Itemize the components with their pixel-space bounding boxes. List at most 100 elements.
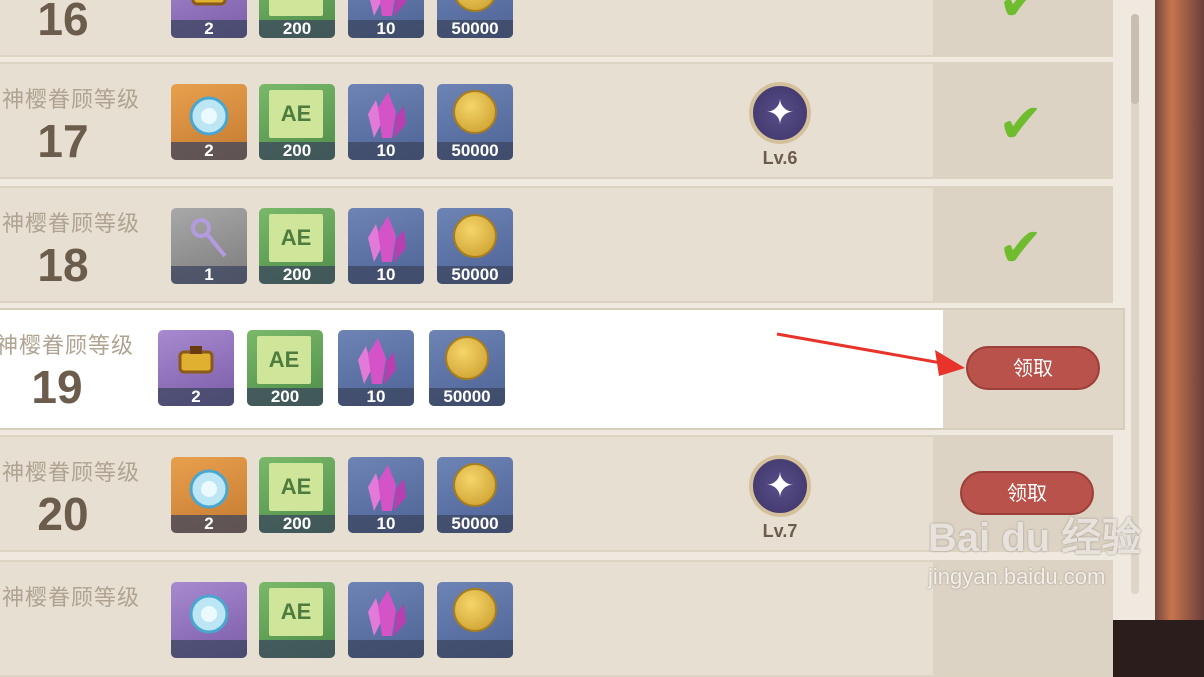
key-glyph — [191, 218, 227, 258]
book-glyph: AE — [269, 588, 323, 636]
shuriken-icon: ✦ — [749, 82, 811, 144]
reward-item[interactable]: 10 — [348, 0, 424, 38]
level-number: 19 — [31, 361, 83, 413]
item-count: 200 — [259, 266, 335, 284]
reward-item[interactable] — [171, 582, 247, 658]
reward-item[interactable]: 50000 — [437, 84, 513, 160]
level-label: 神樱眷顾等级 — [0, 333, 134, 358]
reward-item[interactable]: AE 200 — [259, 457, 335, 533]
coin-glyph — [453, 214, 497, 258]
reward-item[interactable]: 2 — [171, 457, 247, 533]
tool-glyph — [178, 346, 214, 374]
item-count: 50000 — [437, 142, 513, 160]
reward-item[interactable]: AE 200 — [259, 0, 335, 38]
reward-item[interactable]: 2 — [158, 330, 234, 406]
level-badge[interactable]: ✦ Lv.7 — [740, 455, 820, 542]
item-count: 10 — [348, 142, 424, 160]
tool-glyph — [191, 0, 227, 6]
watermark-logo: Bai du 经验 — [928, 516, 1142, 560]
badge-level: Lv.6 — [762, 148, 798, 168]
crystal-glyph — [370, 0, 406, 16]
item-count — [171, 640, 247, 658]
checkmark-icon: ✔ — [998, 218, 1044, 278]
item-count: 2 — [158, 388, 234, 406]
level-number: 20 — [37, 488, 89, 540]
item-count: 200 — [247, 388, 323, 406]
book-glyph: AE — [269, 0, 323, 16]
reward-item[interactable]: 50000 — [437, 457, 513, 533]
level-label: 神樱眷顾等级 — [1, 585, 140, 610]
reward-item[interactable] — [437, 582, 513, 658]
crystal-glyph — [358, 338, 396, 384]
checkmark-icon: ✔ — [998, 0, 1044, 32]
reward-item[interactable]: 2 — [171, 0, 247, 38]
reward-item[interactable]: 10 — [338, 330, 414, 406]
item-count: 200 — [259, 515, 335, 533]
coin-glyph — [453, 463, 497, 507]
item-count: 2 — [171, 515, 247, 533]
level-number: 17 — [37, 115, 89, 167]
coin-glyph — [453, 90, 497, 134]
badge-level: Lv.7 — [762, 521, 798, 541]
reward-item[interactable]: 10 — [348, 457, 424, 533]
item-count: 200 — [259, 20, 335, 38]
item-count: 1 — [171, 266, 247, 284]
coin-glyph — [453, 588, 497, 632]
item-count — [437, 640, 513, 658]
item-count: 50000 — [437, 266, 513, 284]
shuriken-icon: ✦ — [749, 455, 811, 517]
crystal-glyph — [368, 92, 406, 138]
reward-item[interactable]: 10 — [348, 84, 424, 160]
orb-glyph — [189, 469, 229, 509]
reward-item[interactable]: AE — [259, 582, 335, 658]
reward-item[interactable]: AE 200 — [259, 208, 335, 284]
crystal-glyph — [368, 590, 406, 636]
level-badge[interactable]: ✦ Lv.6 — [740, 82, 820, 169]
reward-item[interactable]: 10 — [348, 208, 424, 284]
book-glyph: AE — [257, 336, 311, 384]
background-scene — [1150, 0, 1204, 620]
crystal-glyph — [368, 465, 406, 511]
reward-item[interactable]: 2 — [171, 84, 247, 160]
reward-row: 神樱眷顾等级162AE2001050000✔ — [0, 0, 1113, 57]
reward-item[interactable]: AE 200 — [259, 84, 335, 160]
item-count: 200 — [259, 142, 335, 160]
item-count: 2 — [171, 142, 247, 160]
level-label: 神樱眷顾等级 — [1, 460, 140, 485]
coin-glyph — [445, 336, 489, 380]
reward-item[interactable]: 50000 — [429, 330, 505, 406]
item-count — [348, 640, 424, 658]
book-glyph: AE — [269, 463, 323, 511]
watermark-url: jingyan.baidu.com — [928, 564, 1106, 589]
reward-item[interactable]: AE 200 — [247, 330, 323, 406]
item-count: 50000 — [429, 388, 505, 406]
reward-item[interactable]: 50000 — [437, 208, 513, 284]
level-label: 神樱眷顾等级 — [1, 87, 140, 112]
item-count: 10 — [338, 388, 414, 406]
level-label: 神樱眷顾等级 — [1, 211, 140, 236]
reward-item[interactable] — [348, 582, 424, 658]
item-count: 50000 — [437, 515, 513, 533]
crystal-glyph — [368, 216, 406, 262]
reward-row: 神樱眷顾等级 17 2 AE 200 10 50000 ✦ Lv.6 ✔ — [0, 62, 1113, 179]
item-count — [259, 640, 335, 658]
reward-row: 神樱眷顾等级 18 1 AE 200 10 50000 ✔ — [0, 186, 1113, 303]
item-count: 2 — [171, 20, 247, 38]
item-count: 10 — [348, 266, 424, 284]
orb-glyph — [189, 594, 229, 634]
book-glyph: AE — [269, 214, 323, 262]
book-glyph: AE — [269, 90, 323, 138]
item-count: 10 — [348, 515, 424, 533]
checkmark-icon: ✔ — [998, 94, 1044, 154]
claim-button[interactable]: 领取 — [966, 346, 1100, 390]
coin-glyph — [453, 0, 497, 12]
reward-item[interactable]: 50000 — [437, 0, 513, 38]
annotation-arrow-icon — [776, 332, 965, 376]
level-number: 16 — [37, 0, 89, 45]
orb-glyph — [189, 96, 229, 136]
scrollbar-thumb[interactable] — [1131, 14, 1139, 104]
level-number: 18 — [37, 239, 89, 291]
item-count: 10 — [348, 20, 424, 38]
reward-item[interactable]: 1 — [171, 208, 247, 284]
item-count: 50000 — [437, 20, 513, 38]
